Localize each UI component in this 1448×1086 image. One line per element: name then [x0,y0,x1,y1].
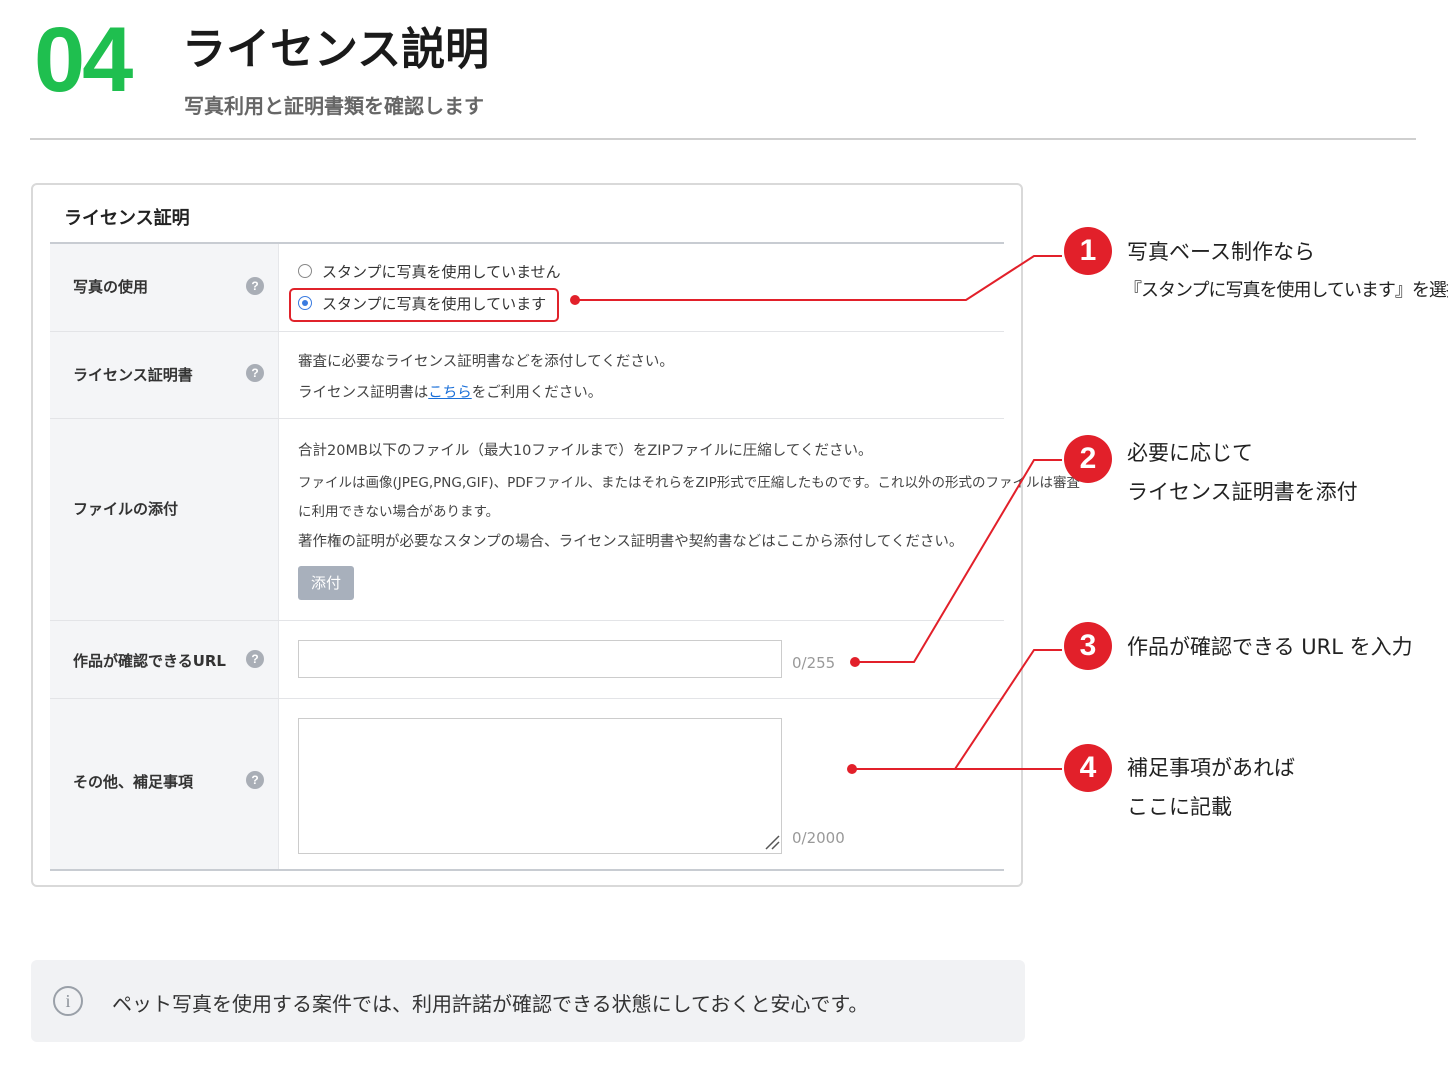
help-icon[interactable]: ? [246,771,264,789]
selected-option-highlight [289,288,559,322]
file-attachment-instruction: に利用できない場合があります。 [298,504,500,520]
radio-option-label: スタンプに写真を使用していません [322,262,561,281]
callout-badge-1: 1 [1064,227,1112,275]
file-attachment-instruction: 著作権の証明が必要なスタンプの場合、ライセンス証明書や契約書などはここから添付し… [298,534,964,550]
callout-line: 作品が確認できる URL を入力 [1127,635,1413,659]
help-icon[interactable]: ? [246,650,264,668]
callout-line: 写真ベース制作なら [1127,240,1315,264]
file-attachment-instruction: 合計20MB以下のファイル（最大10ファイルまで）をZIPファイルに圧縮してくだ… [298,443,873,459]
callout-text-1: 写真ベース制作なら [1127,233,1315,272]
row-divider [50,620,1004,621]
radio-button[interactable] [298,264,312,278]
work-url-input[interactable] [298,640,782,678]
callout-line: 必要に応じて [1127,441,1253,465]
callout-text-4: 補足事項があれば ここに記載 [1127,749,1295,827]
photo-usage-label: 写真の使用 [73,278,149,296]
help-icon[interactable]: ? [246,277,264,295]
header-divider [30,138,1416,140]
link-prefix: ライセンス証明書は [298,385,429,401]
callout-line: 補足事項があれば [1127,756,1295,780]
callout-badge-2: 2 [1064,435,1112,483]
license-certificate-link-line: ライセンス証明書はこちらをご利用ください。 [298,381,602,402]
help-icon[interactable]: ? [246,364,264,382]
notes-textarea[interactable] [298,718,782,854]
callout-text-2: 必要に応じて ライセンス証明書を添付 [1127,434,1358,512]
info-icon: i [53,986,83,1016]
radio-option-not-using-photos[interactable]: スタンプに写真を使用していません [298,261,561,281]
link-suffix: をご利用ください。 [471,385,603,401]
row-divider [50,331,1004,332]
callout-badge-3: 3 [1064,622,1112,670]
notes-character-counter: 0/2000 [792,829,845,847]
work-url-label: 作品が確認できるURL [73,652,226,670]
callout-line: ライセンス証明書を添付 [1127,479,1358,504]
license-certificate-description: 審査に必要なライセンス証明書などを添付してください。 [298,354,674,370]
table-bottom-divider [50,869,1004,871]
callout-text-1-detail: 『スタンプに写真を使用しています』を選択 [1124,280,1448,301]
step-number: 04 [34,9,133,111]
page-title: ライセンス説明 [182,24,490,75]
callout-badge-4: 4 [1064,744,1112,792]
notes-label: その他、補足事項 [73,773,194,791]
callout-line: ここに記載 [1127,794,1232,819]
license-template-link[interactable]: こちら [428,385,472,401]
info-note-text: ペット写真を使用する案件では、利用許諾が確認できる状態にしておくと安心です。 [112,992,869,1016]
file-attachment-label: ファイルの添付 [73,500,179,518]
callout-text-3: 作品が確認できる URL を入力 [1127,628,1413,667]
license-certificate-label: ライセンス証明書 [73,366,193,384]
page-subtitle: 写真利用と証明書類を確認します [184,94,484,118]
panel-title: ライセンス証明 [64,208,190,229]
file-attachment-instruction: ファイルは画像(JPEG,PNG,GIF)、PDFファイル、またはそれらをZIP… [298,475,1080,491]
resize-handle-icon[interactable] [764,834,780,850]
attach-file-button[interactable]: 添付 [298,566,354,600]
url-character-counter: 0/255 [792,654,836,672]
row-divider [50,418,1004,419]
row-divider [50,698,1004,699]
